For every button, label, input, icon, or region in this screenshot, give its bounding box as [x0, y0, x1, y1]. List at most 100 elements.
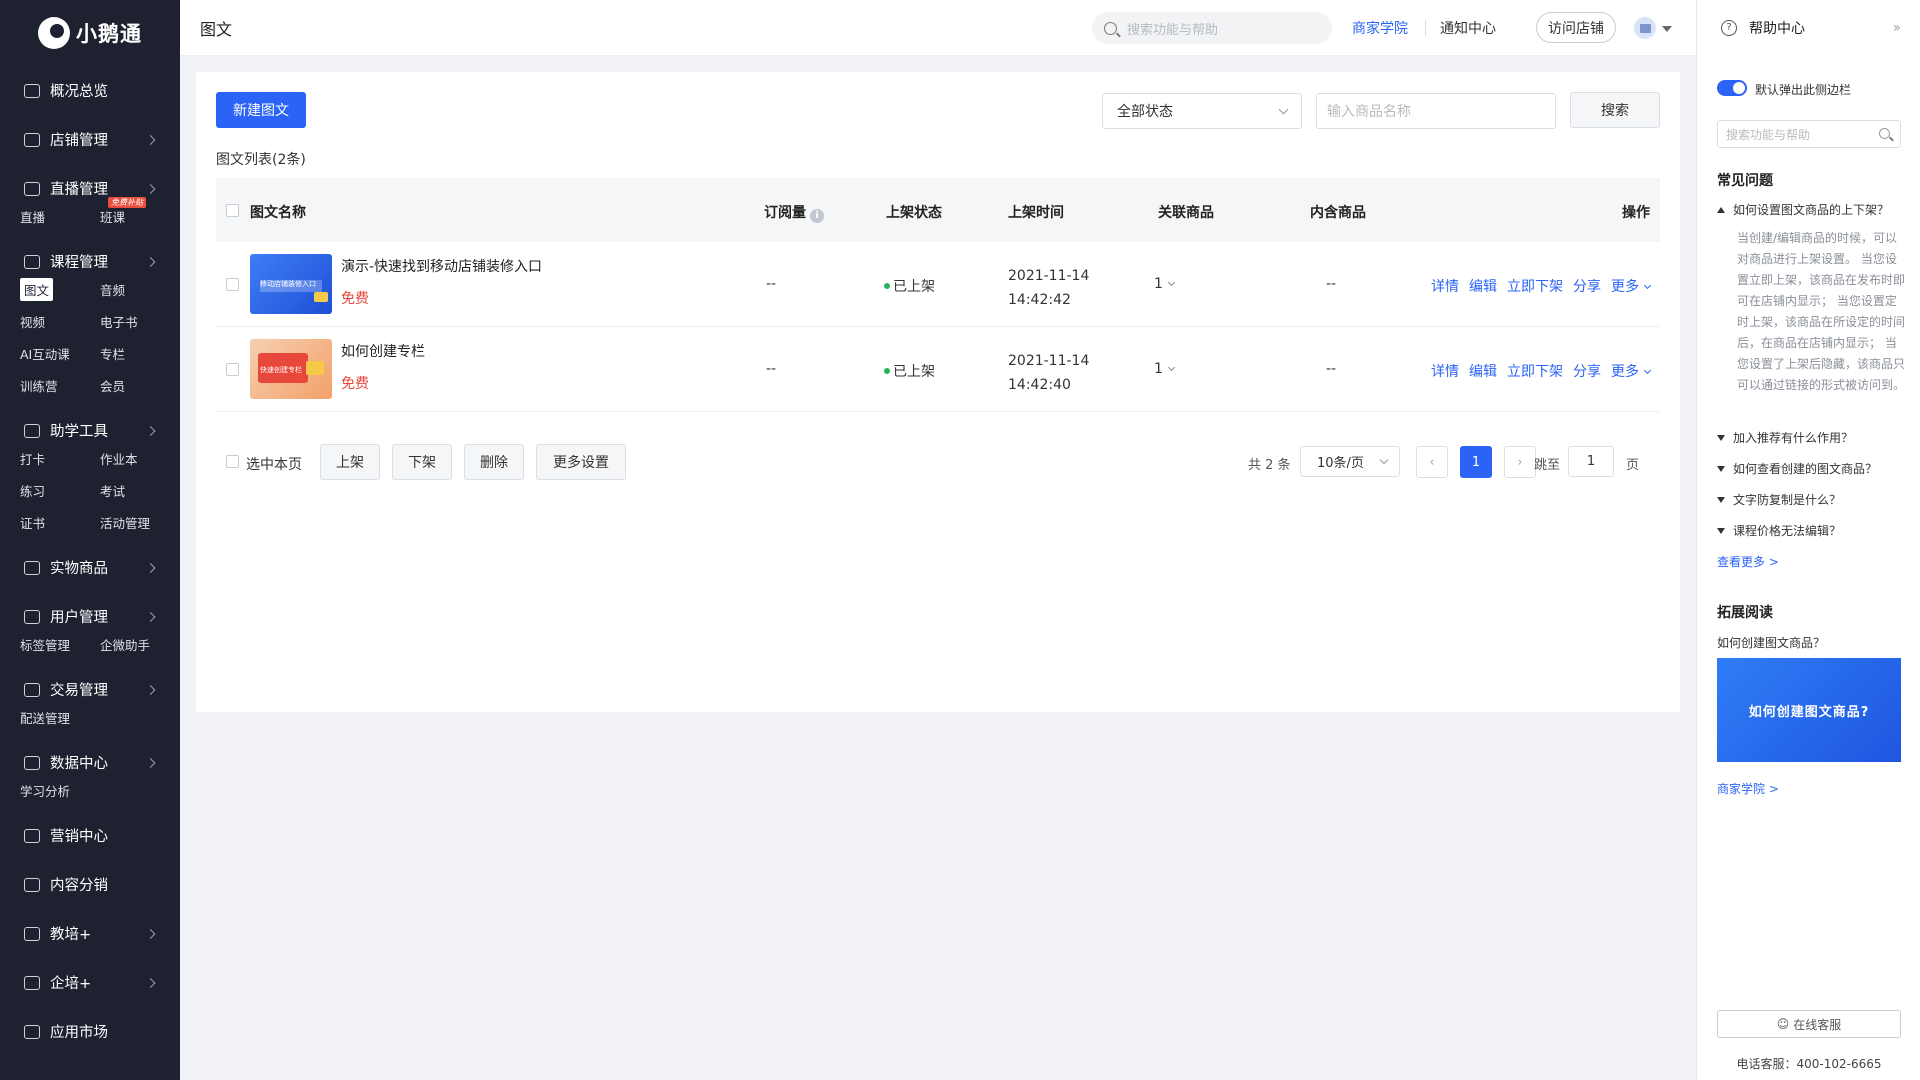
sub-camp[interactable]: 训练营	[20, 370, 100, 400]
sub-label: 标签管理	[20, 637, 71, 653]
nav-edu-plus[interactable]: 教培+	[0, 909, 180, 958]
sub-member[interactable]: 会员	[100, 370, 180, 400]
notice-center-link[interactable]: 通知中心	[1440, 18, 1496, 38]
more-settings-button[interactable]: 更多设置	[536, 444, 626, 480]
nav-label: 内容分销	[50, 878, 108, 894]
row-checkbox[interactable]	[226, 363, 239, 376]
included-value: --	[1326, 276, 1337, 292]
sub-delivery[interactable]: 配送管理	[20, 702, 100, 732]
more-link[interactable]: 更多	[1611, 276, 1652, 296]
detail-link[interactable]: 详情	[1431, 361, 1459, 381]
sub-live[interactable]: 直播	[20, 201, 100, 231]
search-button[interactable]: 搜索	[1570, 92, 1660, 128]
divider	[1425, 20, 1426, 36]
prev-page-button[interactable]: ‹	[1416, 446, 1448, 478]
status-select-value: 全部状态	[1117, 104, 1173, 120]
faq-item[interactable]: 如何查看创建的图文商品？	[1717, 460, 1877, 477]
apps-icon	[24, 1024, 40, 1039]
article-thumbnail[interactable]: 移动店铺装修入口	[250, 254, 332, 314]
online-service-button[interactable]: ☺ 在线客服	[1717, 1010, 1901, 1038]
global-search-input[interactable]: 搜索功能与帮助	[1092, 12, 1332, 44]
faq-item[interactable]: 课程价格无法编辑？	[1717, 522, 1841, 539]
sub-ai-course[interactable]: AI互动课	[20, 338, 100, 368]
sub-learning-analysis[interactable]: 学习分析	[20, 775, 100, 805]
brand-logo[interactable]: 小鹅通	[0, 0, 180, 66]
nav-app-market[interactable]: 应用市场	[0, 1007, 180, 1056]
academy-link[interactable]: 商家学院	[1352, 18, 1408, 38]
page-size-select[interactable]: 10条/页	[1300, 446, 1400, 477]
sub-column[interactable]: 专栏	[100, 338, 180, 368]
collapse-panel-icon[interactable]: ››	[1893, 20, 1901, 36]
sub-wecom[interactable]: 企微助手	[100, 629, 180, 659]
table-row: 快速创建专栏 如何创建专栏 免费 -- 已上架 2021-11-14 14:42:…	[216, 327, 1660, 412]
edit-link[interactable]: 编辑	[1469, 276, 1497, 296]
new-article-button[interactable]: 新建图文	[216, 92, 306, 128]
page-1-button[interactable]: 1	[1460, 446, 1492, 478]
select-page-checkbox[interactable]	[226, 455, 239, 468]
select-all-checkbox[interactable]	[226, 204, 239, 217]
avatar[interactable]	[1634, 17, 1656, 39]
sub-tags[interactable]: 标签管理	[20, 629, 100, 659]
share-link[interactable]: 分享	[1573, 361, 1601, 381]
sub-activity[interactable]: 活动管理	[100, 507, 180, 537]
related-value[interactable]: 1	[1154, 276, 1175, 292]
jump-page-input[interactable]: 1	[1568, 446, 1614, 477]
product-name-input[interactable]: 输入商品名称	[1316, 93, 1556, 129]
sub-exam[interactable]: 考试	[100, 475, 180, 505]
sub-practice[interactable]: 练习	[20, 475, 100, 505]
article-name[interactable]: 演示-快速找到移动店铺装修入口	[341, 256, 542, 276]
offshelf-link[interactable]: 立即下架	[1507, 276, 1563, 296]
faq-item[interactable]: 文字防复制是什么？	[1717, 491, 1841, 508]
sub-video[interactable]: 视频	[20, 306, 100, 336]
reading-banner[interactable]: 如何创建图文商品?	[1717, 658, 1901, 762]
nav-distribution[interactable]: 内容分销	[0, 860, 180, 909]
batch-delete-button[interactable]: 删除	[464, 444, 524, 480]
visit-store-button[interactable]: 访问店铺	[1536, 12, 1616, 43]
sub-label: 作业本	[100, 451, 138, 467]
sub-homework[interactable]: 作业本	[100, 443, 180, 473]
publish-time: 2021-11-14 14:42:40	[1008, 349, 1089, 397]
caret-down-icon	[1717, 465, 1725, 472]
view-more-link[interactable]: 查看更多 >	[1717, 553, 1779, 570]
row-actions: 详情 编辑 立即下架 分享 更多	[1431, 361, 1652, 381]
edit-link[interactable]: 编辑	[1469, 361, 1497, 381]
reading-item[interactable]: 如何创建图文商品？	[1717, 634, 1825, 651]
help-search-placeholder: 搜索功能与帮助	[1726, 127, 1811, 142]
nav-marketing[interactable]: 营销中心	[0, 811, 180, 860]
nav-goods[interactable]: 实物商品	[0, 543, 180, 592]
faq-item[interactable]: 如何设置图文商品的上下架？	[1717, 201, 1889, 218]
sub-class[interactable]: 免费补贴 班课	[100, 197, 180, 231]
select-page-label[interactable]: 选中本页	[246, 454, 302, 474]
sub-certificate[interactable]: 证书	[20, 507, 100, 537]
card-icon	[24, 682, 40, 697]
related-value[interactable]: 1	[1154, 361, 1175, 377]
detail-link[interactable]: 详情	[1431, 276, 1459, 296]
list-title: 图文列表(2条)	[216, 152, 306, 168]
row-checkbox[interactable]	[226, 278, 239, 291]
info-icon[interactable]: i	[810, 209, 824, 223]
help-search-input[interactable]: 搜索功能与帮助	[1717, 120, 1901, 148]
offshelf-link[interactable]: 立即下架	[1507, 361, 1563, 381]
nav-store[interactable]: 店铺管理	[0, 115, 180, 164]
table-header: 图文名称 订阅量 i 上架状态 上架时间 关联商品 内含商品 操作	[216, 178, 1660, 242]
sub-checkin[interactable]: 打卡	[20, 443, 100, 473]
sub-audio[interactable]: 音频	[100, 274, 180, 304]
caret-down-icon[interactable]	[1662, 26, 1672, 32]
auto-open-toggle[interactable]	[1717, 80, 1747, 96]
caret-down-icon	[1717, 496, 1725, 503]
sub-ebook[interactable]: 电子书	[100, 306, 180, 336]
batch-onshelf-button[interactable]: 上架	[320, 444, 380, 480]
academy-link[interactable]: 商家学院 >	[1717, 780, 1779, 797]
article-thumbnail[interactable]: 快速创建专栏	[250, 339, 332, 399]
nav-corp-plus[interactable]: 企培+	[0, 958, 180, 1007]
next-page-button[interactable]: ›	[1504, 446, 1536, 478]
batch-offshelf-button[interactable]: 下架	[392, 444, 452, 480]
article-name[interactable]: 如何创建专栏	[341, 341, 425, 361]
share-link[interactable]: 分享	[1573, 276, 1601, 296]
price-label: 免费	[341, 291, 369, 307]
sub-article[interactable]: 图文	[20, 274, 100, 304]
status-select[interactable]: 全部状态	[1102, 93, 1302, 129]
faq-item[interactable]: 加入推荐有什么作用？	[1717, 429, 1853, 446]
more-link[interactable]: 更多	[1611, 361, 1652, 381]
nav-overview[interactable]: 概况总览	[0, 66, 180, 115]
